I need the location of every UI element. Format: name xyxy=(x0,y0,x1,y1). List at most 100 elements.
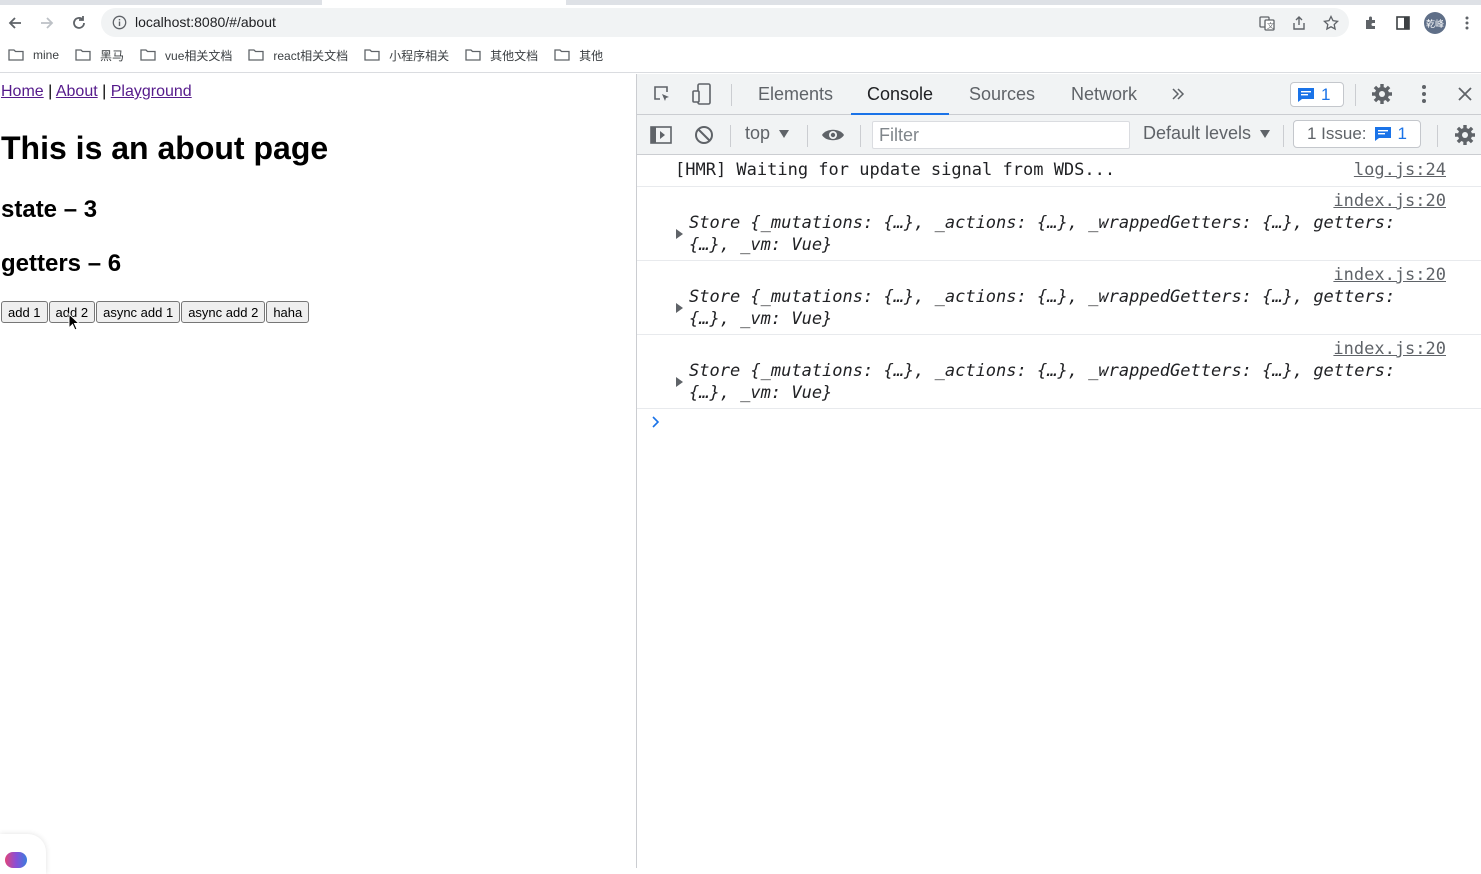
svg-text:文: 文 xyxy=(1267,21,1274,30)
console-message-text: [HMR] Waiting for update signal from WDS… xyxy=(675,160,1116,180)
haha-button[interactable]: haha xyxy=(266,301,310,323)
address-bar[interactable]: localhost:8080/#/about xyxy=(101,8,1349,37)
bookmark-star-icon[interactable] xyxy=(1321,13,1341,33)
toolbar-divider xyxy=(730,125,731,147)
add-1-button[interactable]: add 1 xyxy=(1,301,48,323)
message-icon xyxy=(1298,87,1314,102)
toolbar-divider xyxy=(860,125,861,147)
object-preview[interactable]: Store {_mutations: {…}, _actions: {…}, _… xyxy=(689,213,1395,233)
bookmarks-bar: mine 黑马 vue相关文档 react相关文档 小程序相关 其他文档 其他 xyxy=(0,44,611,66)
page-viewport: Home | About | Playground This is an abo… xyxy=(0,74,636,874)
console-prompt[interactable] xyxy=(637,409,1481,439)
bookmark-item[interactable]: 其他 xyxy=(554,47,603,64)
forward-icon[interactable] xyxy=(35,11,59,35)
bookmark-item[interactable]: 小程序相关 xyxy=(364,47,449,64)
bookmark-label: 黑马 xyxy=(100,48,125,63)
context-selector[interactable]: top xyxy=(745,123,790,144)
bookmark-item[interactable]: react相关文档 xyxy=(248,47,348,64)
toolbar-divider xyxy=(1437,125,1438,147)
url-text: localhost:8080/#/about xyxy=(135,14,276,30)
expand-triangle-icon[interactable] xyxy=(676,303,683,313)
expand-triangle-icon[interactable] xyxy=(676,377,683,387)
object-preview-continued[interactable]: {…}, _vm: Vue} xyxy=(689,383,832,403)
floating-assistant-widget[interactable] xyxy=(0,834,46,874)
bookmark-label: react相关文档 xyxy=(273,48,349,63)
tab-elements[interactable]: Elements xyxy=(758,74,833,115)
nav-separator: | xyxy=(48,83,53,100)
bookmark-item[interactable]: 其他文档 xyxy=(465,47,538,64)
clear-console-icon[interactable] xyxy=(693,124,715,146)
filter-input[interactable]: Filter xyxy=(872,121,1130,149)
console-message: [HMR] Waiting for update signal from WDS… xyxy=(637,155,1481,187)
messages-badge-count: 1 xyxy=(1321,84,1331,104)
site-info-icon[interactable] xyxy=(112,15,127,35)
folder-icon xyxy=(248,49,265,61)
folder-icon xyxy=(364,49,380,61)
nav-link-about[interactable]: About xyxy=(56,83,98,100)
source-link[interactable]: index.js:20 xyxy=(1333,191,1446,211)
back-icon[interactable] xyxy=(3,11,27,35)
issues-label: 1 Issue: xyxy=(1307,124,1367,143)
dropdown-arrow-icon xyxy=(779,129,790,138)
tab-strip xyxy=(0,0,1481,5)
source-link[interactable]: index.js:20 xyxy=(1333,265,1446,285)
issues-count: 1 xyxy=(1397,124,1408,143)
extensions-icon[interactable] xyxy=(1361,13,1381,33)
async-add-1-button[interactable]: async add 1 xyxy=(96,301,181,323)
router-nav: Home | About | Playground xyxy=(1,83,192,101)
expand-triangle-icon[interactable] xyxy=(676,229,683,239)
side-panel-icon[interactable] xyxy=(1393,13,1413,33)
log-levels-dropdown[interactable]: Default levels xyxy=(1143,123,1271,144)
bookmark-label: vue相关文档 xyxy=(165,48,233,63)
inspect-element-icon[interactable] xyxy=(651,83,673,105)
source-link[interactable]: index.js:20 xyxy=(1333,339,1446,359)
device-toolbar-icon[interactable] xyxy=(691,83,713,105)
more-tabs-icon[interactable] xyxy=(1167,83,1189,105)
folder-icon xyxy=(465,49,481,61)
browser-chrome: localhost:8080/#/about 文 乾峰 mine 黑马 vue相… xyxy=(0,0,1481,73)
console-settings-gear-icon[interactable] xyxy=(1453,123,1477,147)
console-message: index.js:20 Store {_mutations: {…}, _act… xyxy=(637,335,1481,409)
messages-badge[interactable]: 1 xyxy=(1290,82,1344,107)
object-preview-continued[interactable]: {…}, _vm: Vue} xyxy=(689,309,832,329)
async-add-2-button[interactable]: async add 2 xyxy=(181,301,266,323)
dropdown-arrow-icon xyxy=(1260,129,1271,138)
nav-link-home[interactable]: Home xyxy=(1,83,44,100)
tab-network[interactable]: Network xyxy=(1071,74,1137,115)
toolbar-divider xyxy=(807,125,808,147)
nav-link-playground[interactable]: Playground xyxy=(111,83,192,100)
folder-icon xyxy=(8,49,24,61)
profile-avatar[interactable]: 乾峰 xyxy=(1424,12,1446,34)
tab-console[interactable]: Console xyxy=(850,74,950,115)
toolbar-divider xyxy=(1355,84,1356,106)
folder-icon xyxy=(140,49,156,61)
close-devtools-icon[interactable] xyxy=(1454,83,1476,105)
reload-icon[interactable] xyxy=(67,11,91,35)
share-icon[interactable] xyxy=(1289,13,1309,33)
devtools-menu-icon[interactable] xyxy=(1415,83,1433,105)
issues-button[interactable]: 1 Issue: 1 xyxy=(1293,120,1421,148)
bookmark-label: 其他文档 xyxy=(490,48,539,63)
assistant-logo-icon xyxy=(5,852,27,868)
tab-sources[interactable]: Sources xyxy=(969,74,1035,115)
active-tab[interactable] xyxy=(322,0,566,5)
settings-gear-icon[interactable] xyxy=(1370,82,1394,106)
live-expression-eye-icon[interactable] xyxy=(820,124,846,146)
object-preview[interactable]: Store {_mutations: {…}, _actions: {…}, _… xyxy=(689,361,1395,381)
show-sidebar-icon[interactable] xyxy=(649,124,673,146)
devtools-panel: Elements Console Sources Network 1 top F… xyxy=(636,74,1481,868)
source-link[interactable]: log.js:24 xyxy=(1354,160,1446,180)
bookmark-item[interactable]: 黑马 xyxy=(75,47,124,64)
console-message: index.js:20 Store {_mutations: {…}, _act… xyxy=(637,187,1481,261)
bookmark-item[interactable]: vue相关文档 xyxy=(140,47,232,64)
state-display: state – 3 xyxy=(1,196,98,223)
object-preview[interactable]: Store {_mutations: {…}, _actions: {…}, _… xyxy=(689,287,1395,307)
translate-icon[interactable]: 文 xyxy=(1257,13,1277,33)
devtools-main-toolbar: Elements Console Sources Network 1 xyxy=(637,74,1481,115)
toolbar-divider xyxy=(1283,125,1284,147)
folder-icon xyxy=(75,49,91,61)
browser-menu-icon[interactable] xyxy=(1457,13,1477,33)
object-preview-continued[interactable]: {…}, _vm: Vue} xyxy=(689,235,832,255)
bookmark-label: mine xyxy=(33,48,60,62)
bookmark-item[interactable]: mine xyxy=(8,48,59,62)
